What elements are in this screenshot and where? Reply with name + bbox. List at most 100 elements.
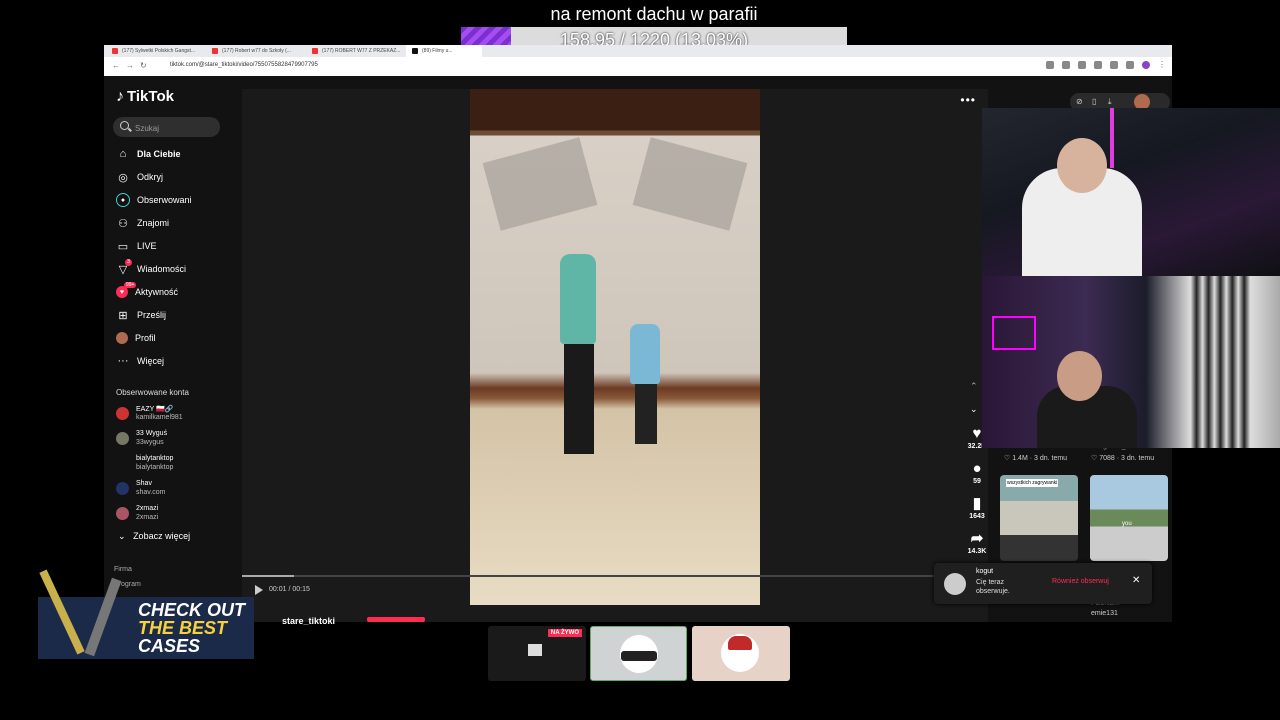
- save-button[interactable]: ▮ 1643: [966, 495, 988, 520]
- webcam-streamer-2: [982, 276, 1280, 448]
- hat-graphic: [728, 636, 752, 650]
- chevron-down-icon[interactable]: ⌄: [970, 404, 978, 415]
- browser-tab-active[interactable]: (89) Filmy u...: [406, 45, 482, 57]
- profile-icon[interactable]: [1142, 61, 1150, 69]
- reload-icon[interactable]: ↻: [140, 61, 147, 70]
- browser-tab[interactable]: (177) ROBERT W77 Z PRZEKAZ...✕: [306, 45, 420, 57]
- video-thumbnail[interactable]: wszystkich zagrywanki: [1000, 475, 1078, 561]
- comment-button[interactable]: ● 59: [966, 460, 988, 485]
- screen-graphic: [528, 644, 542, 656]
- person-head: [1057, 351, 1102, 401]
- close-icon[interactable]: ✕: [1132, 575, 1140, 586]
- rifle-graphic: [84, 577, 122, 657]
- more-icon: ···: [117, 355, 129, 367]
- nav-upload[interactable]: ⊞ Prześlij: [116, 306, 166, 324]
- phone-icon[interactable]: ▯: [1092, 97, 1096, 106]
- profile-avatar-icon: [116, 332, 128, 344]
- search-box[interactable]: [113, 117, 220, 137]
- nav-for-you[interactable]: ⌂ Dla Ciebie: [116, 145, 181, 163]
- sidebar-icon[interactable]: [1126, 61, 1134, 69]
- person-head: [1057, 138, 1107, 193]
- youtube-icon: [212, 48, 218, 54]
- person-tall-legs: [564, 344, 594, 454]
- live-thumbnail[interactable]: NA ŻYWO: [488, 626, 586, 681]
- avatar: [944, 573, 966, 595]
- notification-text: Cię teraz obserwuje.: [976, 579, 1010, 595]
- back-icon[interactable]: ←: [112, 61, 120, 70]
- video-thumbnail[interactable]: you: [1090, 475, 1168, 561]
- play-icon[interactable]: [255, 585, 263, 595]
- activity-icon: ♥ 99+: [116, 282, 137, 298]
- zoom-icon[interactable]: [1062, 61, 1070, 69]
- compass-icon: ◎: [118, 171, 128, 184]
- nav-messages[interactable]: ▽ 3 Wiadomości: [116, 259, 186, 278]
- browser-tab-strip: (177) Sylwetki Polskich Gangst...✕ (177)…: [104, 45, 1172, 57]
- wall-sculpture: [482, 137, 598, 231]
- nav-more[interactable]: ··· Więcej: [116, 352, 165, 370]
- avatar: [116, 507, 129, 520]
- video-thumbnail[interactable]: [692, 626, 790, 681]
- bookmark-star-icon[interactable]: [1094, 61, 1102, 69]
- nav-live[interactable]: ▭ LIVE: [116, 237, 157, 255]
- tiktok-icon: [412, 48, 418, 54]
- messages-badge: 3: [125, 259, 132, 266]
- promo-text: CHECK OUT THE BEST CASES: [138, 600, 245, 656]
- video-time: 00:01 / 00:15: [269, 586, 310, 593]
- home-icon: ⌂: [119, 148, 127, 160]
- person-short-legs: [635, 384, 657, 444]
- video-player-area[interactable]: ••• 00:01 / 00:15 stare_tiktoki: [242, 89, 988, 626]
- video-author[interactable]: stare_tiktoki: [282, 616, 335, 626]
- extensions-icon[interactable]: [1110, 61, 1118, 69]
- bookmark-icon: ▮: [972, 495, 982, 512]
- menu-kebab-icon[interactable]: ⋮: [1158, 61, 1166, 69]
- download-icon[interactable]: ⤓: [1108, 97, 1112, 107]
- webcam-streamer-1: [982, 108, 1280, 276]
- more-options-icon[interactable]: •••: [960, 93, 976, 107]
- video-progress-fill: [242, 575, 295, 577]
- footer-link[interactable]: Firma: [114, 566, 132, 573]
- browser-tab[interactable]: (177) Robert w77 do Szkoły (...✕: [206, 45, 320, 57]
- video-thumbnail[interactable]: [590, 626, 687, 681]
- upload-icon: ⊞: [118, 309, 128, 322]
- follow-back-button[interactable]: Również obserwuj: [1052, 578, 1109, 585]
- neon-sign: [992, 316, 1036, 350]
- extension-icons: ⋮: [1046, 61, 1166, 69]
- card-user[interactable]: emie131: [1091, 610, 1118, 617]
- search-icon: [120, 121, 129, 130]
- activity-badge: 99+: [124, 282, 137, 288]
- nav-profile[interactable]: Profil: [116, 329, 156, 347]
- see-more-button[interactable]: ⌄ Zobacz więcej: [118, 531, 190, 542]
- search-input[interactable]: [133, 119, 217, 137]
- live-icon: ▭: [117, 240, 129, 253]
- comment-icon: ●: [972, 460, 982, 477]
- translate-icon[interactable]: [1046, 61, 1054, 69]
- tiktok-logo[interactable]: ♪ TikTok: [116, 88, 174, 106]
- share-icon[interactable]: [1078, 61, 1086, 69]
- follow-button[interactable]: [367, 617, 425, 622]
- following-icon: ●: [116, 193, 130, 207]
- compass-icon[interactable]: ⊘: [1076, 97, 1083, 106]
- browser-tab[interactable]: (177) Sylwetki Polskich Gangst...✕: [106, 45, 220, 57]
- share-button[interactable]: ➦ 14.3K: [966, 530, 988, 555]
- chevron-down-icon: ⌄: [118, 531, 126, 541]
- video-frame[interactable]: [470, 89, 760, 605]
- url-input[interactable]: tiktok.com/@stare_tiktoki/video/75507558…: [170, 62, 318, 68]
- followed-accounts-title: Obserwowane konta: [116, 388, 189, 397]
- chevron-up-icon[interactable]: ⌃: [970, 381, 978, 392]
- nav-following[interactable]: ● Obserwowani: [116, 191, 192, 209]
- avatar: [116, 407, 129, 420]
- nav-explore[interactable]: ◎ Odkryj: [116, 168, 163, 186]
- live-badge: NA ŻYWO: [547, 629, 582, 637]
- nav-activity[interactable]: ♥ 99+ Aktywność: [116, 282, 178, 301]
- person-tall: [560, 254, 596, 344]
- knife-graphic: [39, 569, 85, 655]
- promo-banner[interactable]: CHECK OUT THE BEST CASES: [38, 569, 254, 659]
- neon-light: [1110, 108, 1114, 168]
- youtube-icon: [312, 48, 318, 54]
- video-progress-bar[interactable]: [242, 575, 988, 577]
- nav-friends[interactable]: ⚇ Znajomi: [116, 214, 169, 232]
- stream-goal-title: na remont dachu w parafii: [550, 4, 758, 24]
- avatar: [116, 482, 129, 495]
- forward-icon[interactable]: →: [126, 61, 134, 70]
- person-short: [630, 324, 660, 384]
